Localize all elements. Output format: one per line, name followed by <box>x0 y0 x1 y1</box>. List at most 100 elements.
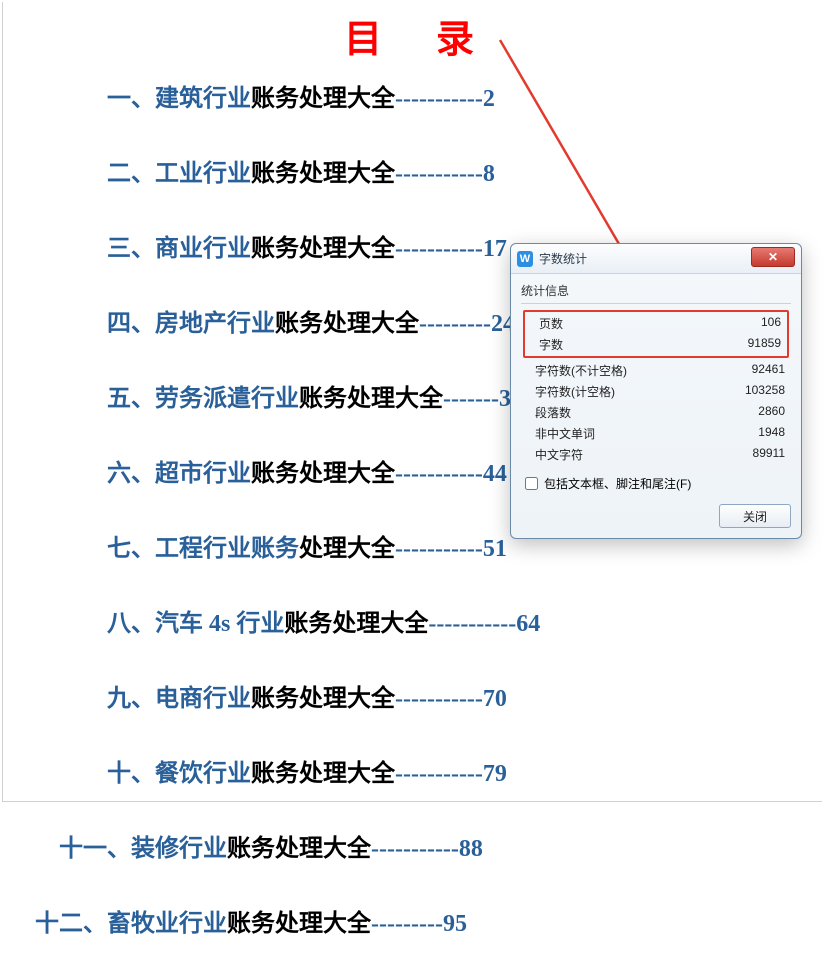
toc-page: 70 <box>483 686 507 713</box>
toc-item[interactable]: 九、电商行业账务处理大全-----------70 <box>0 678 824 713</box>
dialog-footer: 关闭 <box>521 504 791 528</box>
toc-number: 六、 <box>0 453 155 488</box>
toc-leader: ----------- <box>395 761 483 788</box>
toc-highlight: 工程行业账务 <box>155 528 299 563</box>
toc-number: 八、 <box>0 603 155 638</box>
toc-leader: ----------- <box>371 836 459 863</box>
toc-text: 账务处理大全 <box>227 828 371 863</box>
stats-row: 中文字符 89911 <box>521 444 791 465</box>
toc-item[interactable]: 八、汽车 4s 行业账务处理大全-----------64 <box>0 603 824 638</box>
toc-page: 51 <box>483 536 507 563</box>
stats-value: 89911 <box>753 446 785 463</box>
stats-value: 91859 <box>748 336 781 353</box>
toc-leader: ----------- <box>395 161 483 188</box>
toc-highlight: 畜牧业行业 <box>107 903 227 938</box>
stats-label: 字符数(计空格) <box>535 383 615 400</box>
toc-page: 79 <box>483 761 507 788</box>
toc-text: 账务处理大全 <box>251 153 395 188</box>
toc-leader: --------- <box>419 311 491 338</box>
toc-text: 账务处理大全 <box>275 303 419 338</box>
toc-highlight: 电商行业 <box>155 678 251 713</box>
word-count-dialog: W 字数统计 ✕ 统计信息 页数 106 字数 91859 字符数(不计空格)9246… <box>510 243 802 539</box>
toc-highlight: 装修行业 <box>131 828 227 863</box>
include-textbox-option[interactable]: 包括文本框、脚注和尾注(F) <box>521 475 791 492</box>
toc-highlight: 建筑行业 <box>155 78 251 113</box>
dialog-body: 统计信息 页数106字数91859 字符数(不计空格)92461字符数(计空格)… <box>511 274 801 538</box>
toc-number: 十一、 <box>0 828 131 863</box>
highlighted-stats: 页数 106 字数 91859 <box>523 310 789 358</box>
toc-item[interactable]: 十二、畜牧业行业账务处理大全---------95 <box>0 903 824 938</box>
toc-page: 44 <box>483 461 507 488</box>
toc-page: 17 <box>483 236 507 263</box>
stats-value: 92461 <box>752 362 785 379</box>
toc-item[interactable]: 十、餐饮行业账务处理大全-----------79 <box>0 753 824 788</box>
toc-page: 2 <box>483 86 495 113</box>
page-title: 目录 <box>0 8 824 63</box>
toc-text: 处理大全 <box>299 528 395 563</box>
dialog-title: 字数统计 <box>539 250 587 267</box>
title-char-2: 录 <box>436 19 480 61</box>
toc-page: 88 <box>459 836 483 863</box>
toc-highlight: 房地产行业 <box>155 303 275 338</box>
divider <box>521 303 791 304</box>
toc-leader: ----------- <box>395 536 483 563</box>
toc-number: 九、 <box>0 678 155 713</box>
toc-leader: ----------- <box>395 461 483 488</box>
stats-label: 页数 <box>539 315 563 332</box>
stats-label: 中文字符 <box>535 446 583 463</box>
dialog-titlebar[interactable]: W 字数统计 ✕ <box>511 244 801 274</box>
toc-highlight: 汽车 4s 行业 <box>155 603 284 638</box>
toc-text: 账务处理大全 <box>251 78 395 113</box>
toc-number: 二、 <box>0 153 155 188</box>
toc-highlight: 超市行业 <box>155 453 251 488</box>
toc-text: 账务处理大全 <box>251 753 395 788</box>
toc-item[interactable]: 一、建筑行业账务处理大全-----------2 <box>0 78 824 113</box>
stats-group-label: 统计信息 <box>521 282 791 299</box>
other-stats: 字符数(不计空格)92461 字符数(计空格) 103258 段落数 2860 非中文单词… <box>521 360 791 465</box>
toc-page: 64 <box>516 611 540 638</box>
toc-text: 账务处理大全 <box>251 678 395 713</box>
toc-number: 五、 <box>0 378 155 413</box>
close-button[interactable]: 关闭 <box>719 504 791 528</box>
toc-highlight: 劳务派遣行业 <box>155 378 299 413</box>
stats-value: 2860 <box>758 404 785 421</box>
toc-text: 账务处理大全 <box>284 603 428 638</box>
toc-highlight: 商业行业 <box>155 228 251 263</box>
toc-highlight: 工业行业 <box>155 153 251 188</box>
toc-text: 账务处理大全 <box>251 453 395 488</box>
stats-row: 页数 106 <box>525 313 787 334</box>
toc-highlight: 餐饮行业 <box>155 753 251 788</box>
toc-item[interactable]: 二、工业行业账务处理大全-----------8 <box>0 153 824 188</box>
include-textbox-checkbox[interactable] <box>525 477 538 490</box>
stats-row: 字符数(计空格) 103258 <box>521 381 791 402</box>
toc-leader: --------- <box>371 911 443 938</box>
toc-page: 95 <box>443 911 467 938</box>
stats-value: 1948 <box>758 425 785 442</box>
toc-number: 七、 <box>0 528 155 563</box>
toc-leader: ----------- <box>395 86 483 113</box>
title-char-1: 目 <box>344 19 388 61</box>
stats-row: 字数 91859 <box>525 334 787 355</box>
toc-text: 账务处理大全 <box>299 378 443 413</box>
stats-value: 106 <box>761 315 781 332</box>
toc-leader: ----------- <box>395 236 483 263</box>
stats-label: 非中文单词 <box>535 425 595 442</box>
stats-label: 字数 <box>539 336 563 353</box>
toc-item[interactable]: 十一、装修行业账务处理大全-----------88 <box>0 828 824 863</box>
app-icon: W <box>517 251 533 267</box>
toc-leader: ----------- <box>428 611 516 638</box>
stats-row: 字符数(不计空格)92461 <box>521 360 791 381</box>
stats-value: 103258 <box>745 383 785 400</box>
toc-number: 三、 <box>0 228 155 263</box>
checkbox-label: 包括文本框、脚注和尾注(F) <box>544 475 691 492</box>
toc-leader: ----------- <box>395 686 483 713</box>
toc-number: 十二、 <box>0 903 107 938</box>
toc-leader: ------- <box>443 386 499 413</box>
stats-row: 段落数 2860 <box>521 402 791 423</box>
toc-number: 十、 <box>0 753 155 788</box>
toc-number: 四、 <box>0 303 155 338</box>
close-icon[interactable]: ✕ <box>751 247 795 267</box>
stats-label: 段落数 <box>535 404 571 421</box>
stats-row: 非中文单词 1948 <box>521 423 791 444</box>
toc-number: 一、 <box>0 78 155 113</box>
